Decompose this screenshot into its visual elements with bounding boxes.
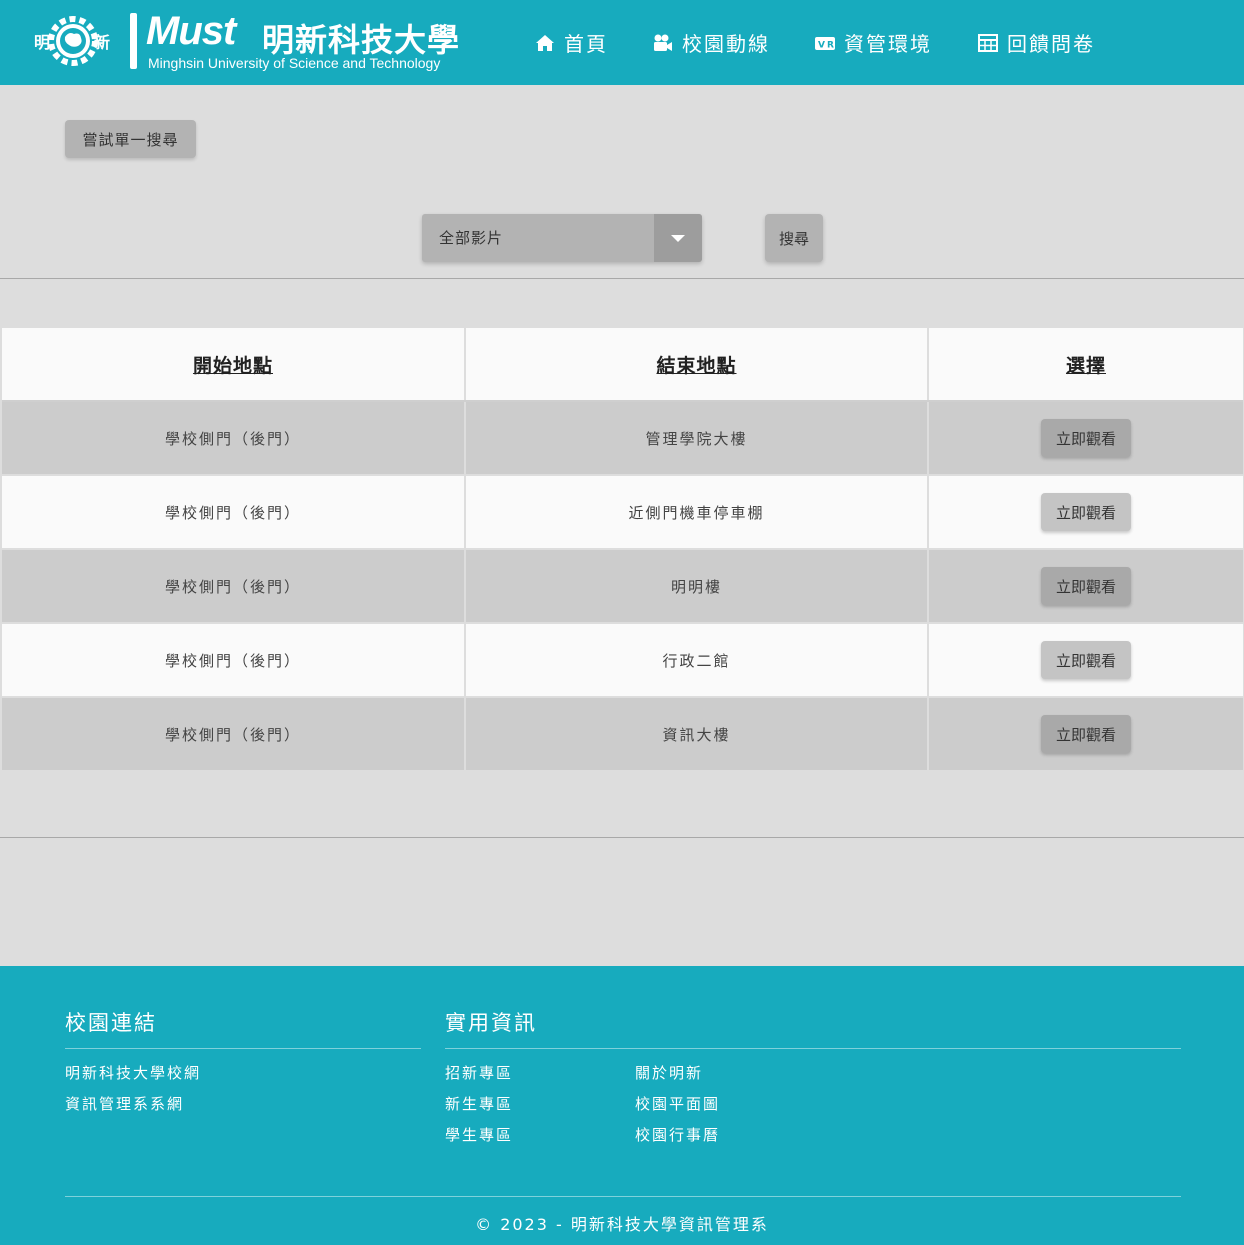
search-button[interactable]: 搜尋 [765, 214, 823, 262]
svg-text:VR: VR [818, 40, 836, 50]
footer-divider [65, 1048, 421, 1049]
table-row: 學校側門（後門） 近側門機車停車棚 立即觀看 [2, 476, 1243, 550]
footer-link-campus-map[interactable]: 校園平面圖 [635, 1093, 720, 1114]
column-header-start[interactable]: 開始地點 [2, 328, 466, 400]
top-navbar: 明 新 Must 明新科技大學 Minghsin University of S… [0, 0, 1244, 85]
video-camera-icon [652, 32, 674, 54]
nav-label: 校園動線 [682, 32, 770, 56]
vr-icon: VR [814, 32, 836, 54]
watch-now-button[interactable]: 立即觀看 [1041, 641, 1131, 679]
nav-label: 回饋問卷 [1007, 32, 1095, 56]
video-filter-value: 全部影片 [439, 229, 504, 247]
nav-item-home[interactable]: 首頁 [534, 0, 608, 85]
footer-link-admissions[interactable]: 招新專區 [445, 1062, 513, 1083]
seal-text-right: 新 [94, 33, 110, 52]
try-single-search-button[interactable]: 嘗試單一搜尋 [65, 120, 196, 158]
useful-info-title: 實用資訊 [445, 1011, 537, 1035]
footer-link-about[interactable]: 關於明新 [635, 1062, 703, 1083]
table-row: 學校側門（後門） 管理學院大樓 立即觀看 [2, 402, 1243, 476]
action-cell: 立即觀看 [929, 698, 1243, 770]
end-location-cell: 資訊大樓 [466, 698, 929, 770]
home-icon [534, 32, 556, 54]
table-icon [977, 32, 999, 54]
action-cell: 立即觀看 [929, 550, 1243, 622]
column-header-end[interactable]: 結束地點 [466, 328, 929, 400]
footer-divider [445, 1048, 1181, 1049]
copyright-text: © 2023 - 明新科技大學資訊管理系 [475, 1215, 769, 1234]
university-seal-logo[interactable]: 明 新 [32, 12, 114, 70]
video-filter-select[interactable]: 全部影片 [422, 214, 702, 262]
divider [0, 837, 1244, 838]
table-header-row: 開始地點 結束地點 選擇 [2, 328, 1243, 402]
route-table: 開始地點 結束地點 選擇 學校側門（後門） 管理學院大樓 立即觀看 學校側門（後… [2, 328, 1243, 772]
footer-link-university[interactable]: 明新科技大學校網 [65, 1062, 201, 1083]
chevron-down-icon[interactable] [654, 214, 702, 262]
start-location-cell: 學校側門（後門） [2, 402, 466, 474]
start-location-cell: 學校側門（後門） [2, 624, 466, 696]
footer-link-calendar[interactable]: 校園行事曆 [635, 1124, 720, 1145]
must-logo[interactable]: Must 明新科技大學 Minghsin University of Scien… [128, 9, 473, 73]
end-location-cell: 管理學院大樓 [466, 402, 929, 474]
nav-item-feedback-survey[interactable]: 回饋問卷 [977, 0, 1095, 85]
end-location-cell: 近側門機車停車棚 [466, 476, 929, 548]
table-row: 學校側門（後門） 行政二館 立即觀看 [2, 624, 1243, 698]
watch-now-button[interactable]: 立即觀看 [1041, 567, 1131, 605]
footer-link-mis-department[interactable]: 資訊管理系系網 [65, 1093, 184, 1114]
action-cell: 立即觀看 [929, 624, 1243, 696]
footer-link-students[interactable]: 學生專區 [445, 1124, 513, 1145]
table-row: 學校側門（後門） 明明樓 立即觀看 [2, 550, 1243, 624]
watch-now-button[interactable]: 立即觀看 [1041, 493, 1131, 531]
start-location-cell: 學校側門（後門） [2, 476, 466, 548]
footer-divider [65, 1196, 1181, 1197]
nav-item-mis-environment[interactable]: VR 資管環境 [814, 0, 932, 85]
action-cell: 立即觀看 [929, 402, 1243, 474]
end-location-cell: 行政二館 [466, 624, 929, 696]
footer-link-freshmen[interactable]: 新生專區 [445, 1093, 513, 1114]
table-row: 學校側門（後門） 資訊大樓 立即觀看 [2, 698, 1243, 772]
watch-now-button[interactable]: 立即觀看 [1041, 419, 1131, 457]
nav-label: 資管環境 [844, 32, 932, 56]
action-cell: 立即觀看 [929, 476, 1243, 548]
campus-links-title: 校園連結 [65, 1011, 157, 1035]
watch-now-button[interactable]: 立即觀看 [1041, 715, 1131, 753]
end-location-cell: 明明樓 [466, 550, 929, 622]
nav-label: 首頁 [564, 32, 608, 56]
column-header-select[interactable]: 選擇 [929, 328, 1243, 400]
start-location-cell: 學校側門（後門） [2, 698, 466, 770]
footer: 校園連結 明新科技大學校網 資訊管理系系網 實用資訊 招新專區 新生專區 學生專… [0, 966, 1244, 1245]
start-location-cell: 學校側門（後門） [2, 550, 466, 622]
logo-mark-text: Must [146, 9, 236, 53]
seal-text-left: 明 [34, 33, 50, 52]
logo-divider [130, 13, 137, 69]
nav-item-campus-route[interactable]: 校園動線 [652, 0, 770, 85]
logo-english-name: Minghsin University of Science and Techn… [148, 55, 441, 71]
divider [0, 278, 1244, 279]
